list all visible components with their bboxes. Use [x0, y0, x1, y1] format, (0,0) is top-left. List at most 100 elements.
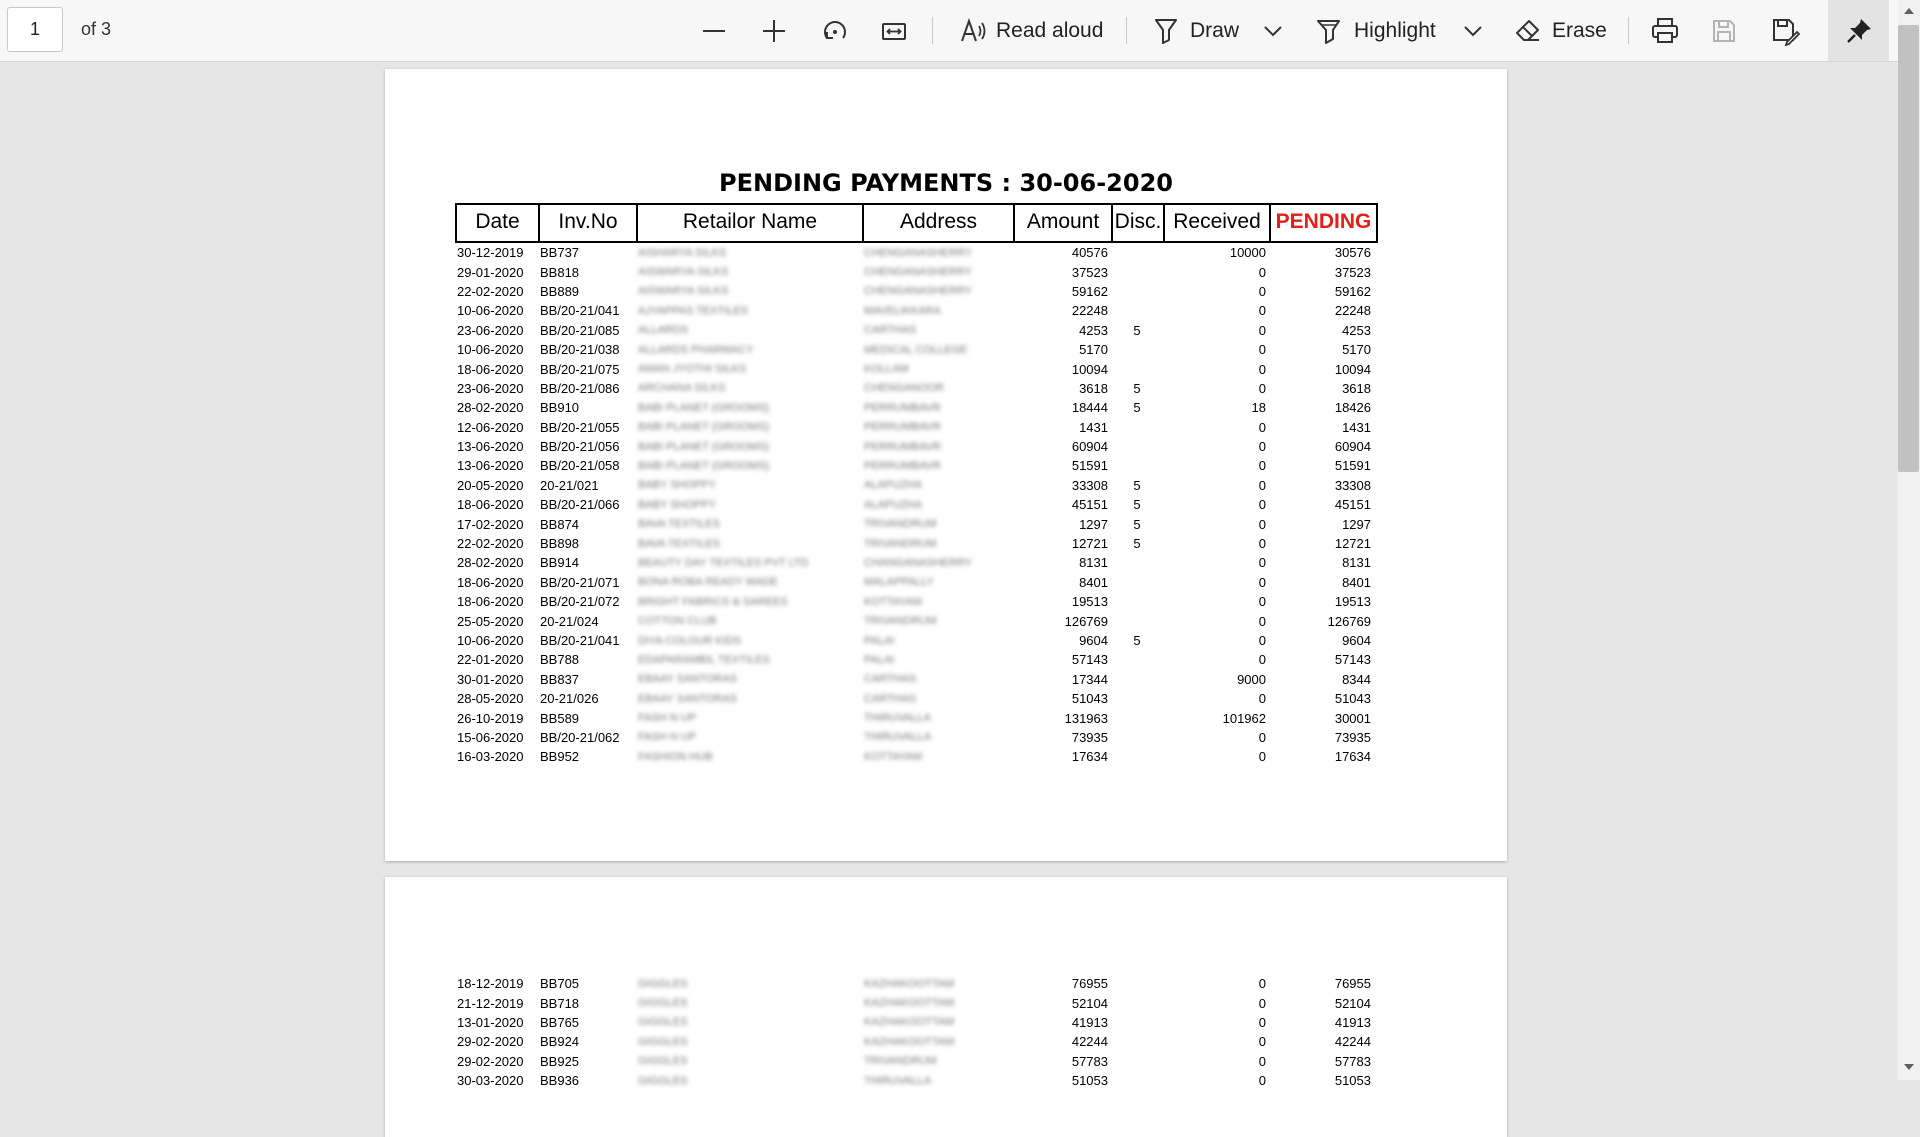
- table-row: 28-05-2020 20-21/026 EBAAY SANTORAS CARTHAS…: [455, 689, 1374, 708]
- scroll-down-arrow-icon[interactable]: [1904, 1064, 1914, 1070]
- cell-received: 0: [1258, 322, 1266, 338]
- minus-icon: [703, 30, 725, 32]
- highlight-button[interactable]: Highlight: [1314, 10, 1436, 52]
- page-number-input[interactable]: [7, 7, 63, 52]
- cell-pending: 51043: [1334, 691, 1371, 707]
- table-row: 15-06-2020 BB/20-21/062 FASH N UP THIRUVALL…: [455, 728, 1374, 747]
- cell-inv-no: BB788: [540, 652, 580, 668]
- draw-options-dropdown[interactable]: [1262, 10, 1284, 52]
- cell-pending: 42244: [1334, 1034, 1371, 1050]
- cell-inv-no: BB889: [540, 283, 580, 299]
- save-as-button[interactable]: [1770, 10, 1800, 52]
- draw-button[interactable]: Draw: [1152, 10, 1239, 52]
- cell-retailer-name: BABI PLANET (GROOMS): [638, 440, 770, 453]
- cell-date: 30-03-2020: [457, 1073, 524, 1089]
- cell-retailer-name: AISWARYA SILKS: [638, 266, 729, 279]
- cell-received: 9000: [1237, 671, 1266, 687]
- read-aloud-button[interactable]: Read aloud: [958, 10, 1103, 52]
- header-disc: Disc.: [1113, 205, 1165, 241]
- cell-received: 101962: [1222, 710, 1266, 726]
- table-row: 23-06-2020 BB/20-21/085 ALLARDS CARTHAS 4253…: [455, 321, 1374, 340]
- cell-received: 0: [1258, 264, 1266, 280]
- pdf-page-2: 18-12-2019 BB705 GIGGLES KAZHAKOOTTAM 76955 0…: [385, 877, 1507, 1137]
- scrollbar-thumb[interactable]: [1898, 25, 1919, 472]
- cell-address: KAZHAKOOTTAM: [864, 977, 955, 990]
- cell-date: 16-03-2020: [457, 749, 524, 765]
- payments-table-body: 18-12-2019 BB705 GIGGLES KAZHAKOOTTAM 76955 0…: [455, 974, 1374, 1090]
- table-row: 18-06-2020 BB/20-21/066 BABY SHOPPY ALAPUZH…: [455, 495, 1374, 514]
- cell-amount: 51591: [1071, 458, 1108, 474]
- cell-pending: 5170: [1342, 342, 1371, 358]
- cell-date: 15-06-2020: [457, 729, 524, 745]
- rotate-button[interactable]: [820, 10, 850, 52]
- cell-retailer-name: EBAAY SANTORAS: [638, 692, 738, 705]
- cell-disc: 5: [1133, 322, 1141, 338]
- cell-address: KAZHAKOOTTAM: [864, 1035, 955, 1048]
- pin-icon: [1847, 19, 1871, 43]
- highlight-options-dropdown[interactable]: [1462, 10, 1484, 52]
- cell-address: ALAPUZHA: [864, 498, 923, 511]
- cell-retailer-name: AISHARYA SILKS: [638, 246, 727, 259]
- cell-pending: 33308: [1334, 477, 1371, 493]
- save-button[interactable]: [1710, 10, 1738, 52]
- cell-inv-no: 20-21/021: [540, 477, 599, 493]
- print-button[interactable]: [1650, 10, 1680, 52]
- fit-width-icon: [882, 23, 906, 40]
- cell-received: 0: [1258, 342, 1266, 358]
- table-row: 29-01-2020 BB818 AISWARYA SILKS CHENGANASHE…: [455, 262, 1374, 281]
- cell-address: KOLLAM: [864, 363, 909, 376]
- cell-inv-no: BB910: [540, 400, 580, 416]
- fit-width-button[interactable]: [880, 10, 908, 52]
- cell-received: 0: [1258, 1014, 1266, 1030]
- cell-date: 28-02-2020: [457, 555, 524, 571]
- erase-button[interactable]: Erase: [1514, 10, 1607, 52]
- cell-address: KOTTAYAM: [864, 595, 923, 608]
- table-header: Date Inv.No Retailor Name Address Amount…: [455, 203, 1378, 243]
- cell-received: 0: [1258, 419, 1266, 435]
- cell-inv-no: BB874: [540, 516, 580, 532]
- cell-disc: 5: [1133, 380, 1141, 396]
- cell-address: TRIVANDRUM: [864, 537, 937, 550]
- cell-date: 10-06-2020: [457, 303, 524, 319]
- cell-retailer-name: EDAPARAMBIL TEXTILES: [638, 653, 770, 666]
- plus-icon: [763, 20, 785, 42]
- table-row: 22-02-2020 BB898 BAVA TEXTILES TRIVANDRUM 12…: [455, 534, 1374, 553]
- cell-inv-no: BB925: [540, 1053, 580, 1069]
- table-row: 29-02-2020 BB925 GIGGLES TRIVANDRUM 57783 0 57…: [455, 1052, 1374, 1071]
- cell-address: CHENGANOOR: [864, 382, 945, 395]
- cell-received: 10000: [1229, 245, 1266, 261]
- cell-date: 18-06-2020: [457, 497, 524, 513]
- cell-received: 0: [1258, 497, 1266, 513]
- cell-amount: 4253: [1079, 322, 1108, 338]
- cell-pending: 17634: [1334, 749, 1371, 765]
- cell-retailer-name: BABI PLANET (GROOMS): [638, 459, 770, 472]
- cell-inv-no: BB/20-21/056: [540, 439, 620, 455]
- zoom-in-button[interactable]: [760, 10, 788, 52]
- pin-toolbar-button[interactable]: [1828, 0, 1889, 61]
- cell-inv-no: BB/20-21/055: [540, 419, 620, 435]
- zoom-out-button[interactable]: [700, 10, 728, 52]
- erase-label: Erase: [1552, 19, 1607, 42]
- cell-date: 12-06-2020: [457, 419, 524, 435]
- toolbar-divider: [932, 17, 933, 44]
- cell-disc: 5: [1133, 516, 1141, 532]
- cell-date: 29-01-2020: [457, 264, 524, 280]
- cell-pending: 51591: [1334, 458, 1371, 474]
- cell-address: PALAI: [864, 653, 895, 666]
- cell-date: 20-05-2020: [457, 477, 524, 493]
- pdf-page-1: PENDING PAYMENTS : 30-06-2020 Date Inv.N…: [385, 69, 1507, 861]
- cell-disc: 5: [1133, 400, 1141, 416]
- scroll-up-arrow-icon[interactable]: [1904, 8, 1914, 14]
- cell-disc: 5: [1133, 633, 1141, 648]
- cell-address: THIRUVALLA: [864, 712, 932, 725]
- cell-received: 0: [1258, 1034, 1266, 1050]
- cell-amount: 37523: [1071, 264, 1108, 280]
- cell-pending: 10094: [1334, 361, 1371, 377]
- cell-address: PALAI: [864, 634, 895, 647]
- pdf-toolbar: of 3 Read aloud: [0, 0, 1898, 62]
- cell-inv-no: BB/20-21/038: [540, 342, 620, 358]
- cell-pending: 59162: [1334, 283, 1371, 299]
- cell-inv-no: BB/20-21/085: [540, 322, 620, 338]
- cell-received: 0: [1258, 380, 1266, 396]
- cell-inv-no: BB898: [540, 536, 580, 552]
